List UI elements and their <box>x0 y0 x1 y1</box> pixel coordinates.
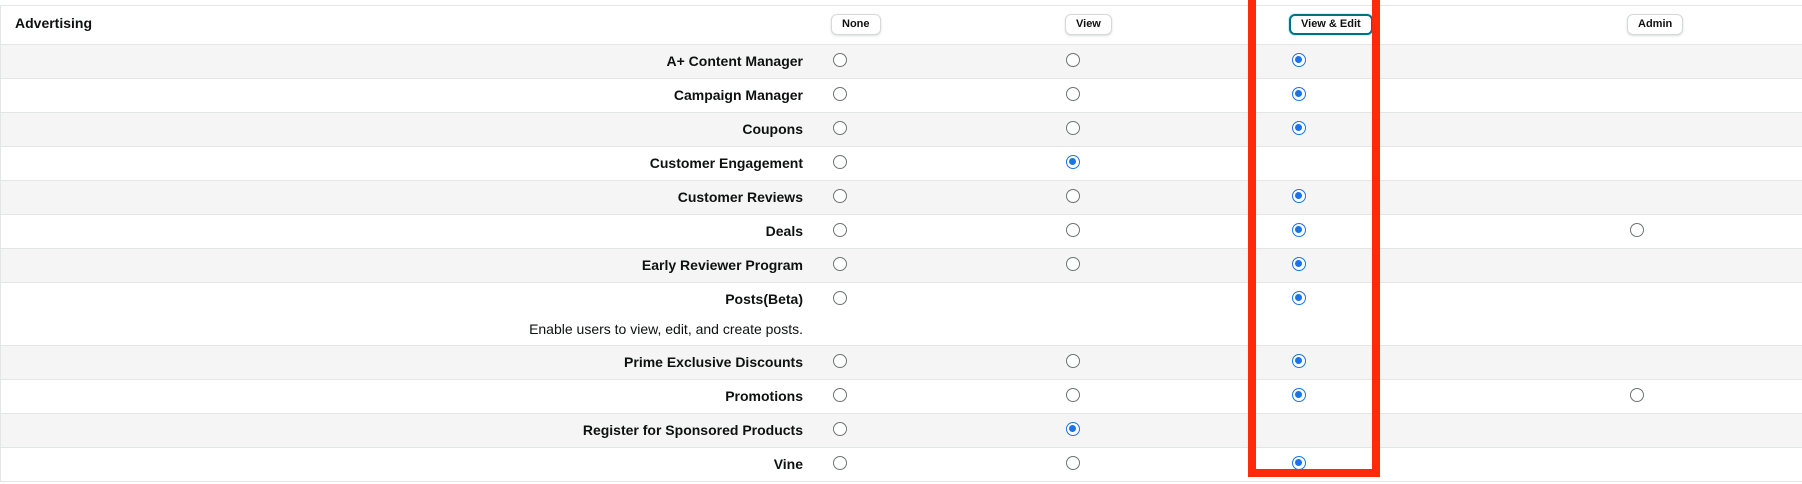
permission-label: A+ Content Manager <box>666 53 803 69</box>
permission-label: Posts(Beta) <box>725 291 803 307</box>
table-row: Deals <box>1 215 1802 249</box>
radio-view[interactable] <box>1066 87 1080 101</box>
permission-label: Customer Engagement <box>649 155 803 171</box>
radio-view[interactable] <box>1066 354 1080 368</box>
table-row: Register for Sponsored Products <box>1 414 1802 448</box>
permission-label: Early Reviewer Program <box>641 257 803 273</box>
permission-label: Promotions <box>725 388 803 404</box>
table-row: Promotions <box>1 380 1802 414</box>
table-row: Customer Reviews <box>1 181 1802 215</box>
permission-label: Customer Reviews <box>677 189 803 205</box>
radio-admin[interactable] <box>1630 223 1644 237</box>
permission-label: Deals <box>765 223 803 239</box>
radio-edit[interactable] <box>1292 257 1306 271</box>
column-view-edit-button[interactable]: View & Edit <box>1289 14 1373 35</box>
radio-edit[interactable] <box>1292 53 1306 67</box>
section-title: Advertising <box>15 15 93 31</box>
radio-view[interactable] <box>1066 422 1080 436</box>
table-row: A+ Content Manager <box>1 45 1802 79</box>
radio-edit[interactable] <box>1292 223 1306 237</box>
radio-none[interactable] <box>833 155 847 169</box>
table-row: Coupons <box>1 113 1802 147</box>
radio-view[interactable] <box>1066 53 1080 67</box>
table-row: Prime Exclusive Discounts <box>1 346 1802 380</box>
permission-label: Coupons <box>742 121 803 137</box>
radio-none[interactable] <box>833 189 847 203</box>
permission-label: Register for Sponsored Products <box>582 422 803 438</box>
permission-label: Prime Exclusive Discounts <box>624 354 803 370</box>
radio-edit[interactable] <box>1292 121 1306 135</box>
column-none-button[interactable]: None <box>831 14 881 35</box>
radio-edit[interactable] <box>1292 189 1306 203</box>
table-row: Posts(Beta) Enable users to view, edit, a… <box>1 283 1802 346</box>
permission-rows: A+ Content Manager Campaign Manager Coupon… <box>1 45 1802 482</box>
table-row: Campaign Manager <box>1 79 1802 113</box>
radio-view[interactable] <box>1066 121 1080 135</box>
radio-none[interactable] <box>833 422 847 436</box>
section-header-row: Advertising None View View & Edit Admin <box>1 6 1802 45</box>
radio-none[interactable] <box>833 456 847 470</box>
radio-none[interactable] <box>833 121 847 135</box>
radio-view[interactable] <box>1066 456 1080 470</box>
column-admin-button[interactable]: Admin <box>1627 14 1684 35</box>
radio-none[interactable] <box>833 87 847 101</box>
radio-view[interactable] <box>1066 223 1080 237</box>
radio-none[interactable] <box>833 354 847 368</box>
radio-view[interactable] <box>1066 388 1080 402</box>
table-row: Vine <box>1 448 1802 482</box>
permission-label: Campaign Manager <box>673 87 803 103</box>
radio-edit[interactable] <box>1292 354 1306 368</box>
permission-label: Vine <box>773 456 803 472</box>
radio-edit[interactable] <box>1292 456 1306 470</box>
radio-view[interactable] <box>1066 189 1080 203</box>
table-row: Early Reviewer Program <box>1 249 1802 283</box>
column-view-button[interactable]: View <box>1065 14 1112 35</box>
radio-none[interactable] <box>833 388 847 402</box>
table-row: Customer Engagement <box>1 147 1802 181</box>
radio-view[interactable] <box>1066 257 1080 271</box>
radio-view[interactable] <box>1066 155 1080 169</box>
radio-edit[interactable] <box>1292 388 1306 402</box>
permission-description: Enable users to view, edit, and create p… <box>529 321 803 337</box>
radio-edit[interactable] <box>1292 87 1306 101</box>
radio-admin[interactable] <box>1630 388 1644 402</box>
radio-none[interactable] <box>833 291 847 305</box>
permissions-table: Advertising None View View & Edit Admin … <box>0 6 1802 482</box>
radio-none[interactable] <box>833 257 847 271</box>
radio-none[interactable] <box>833 53 847 67</box>
radio-none[interactable] <box>833 223 847 237</box>
radio-edit[interactable] <box>1292 291 1306 305</box>
